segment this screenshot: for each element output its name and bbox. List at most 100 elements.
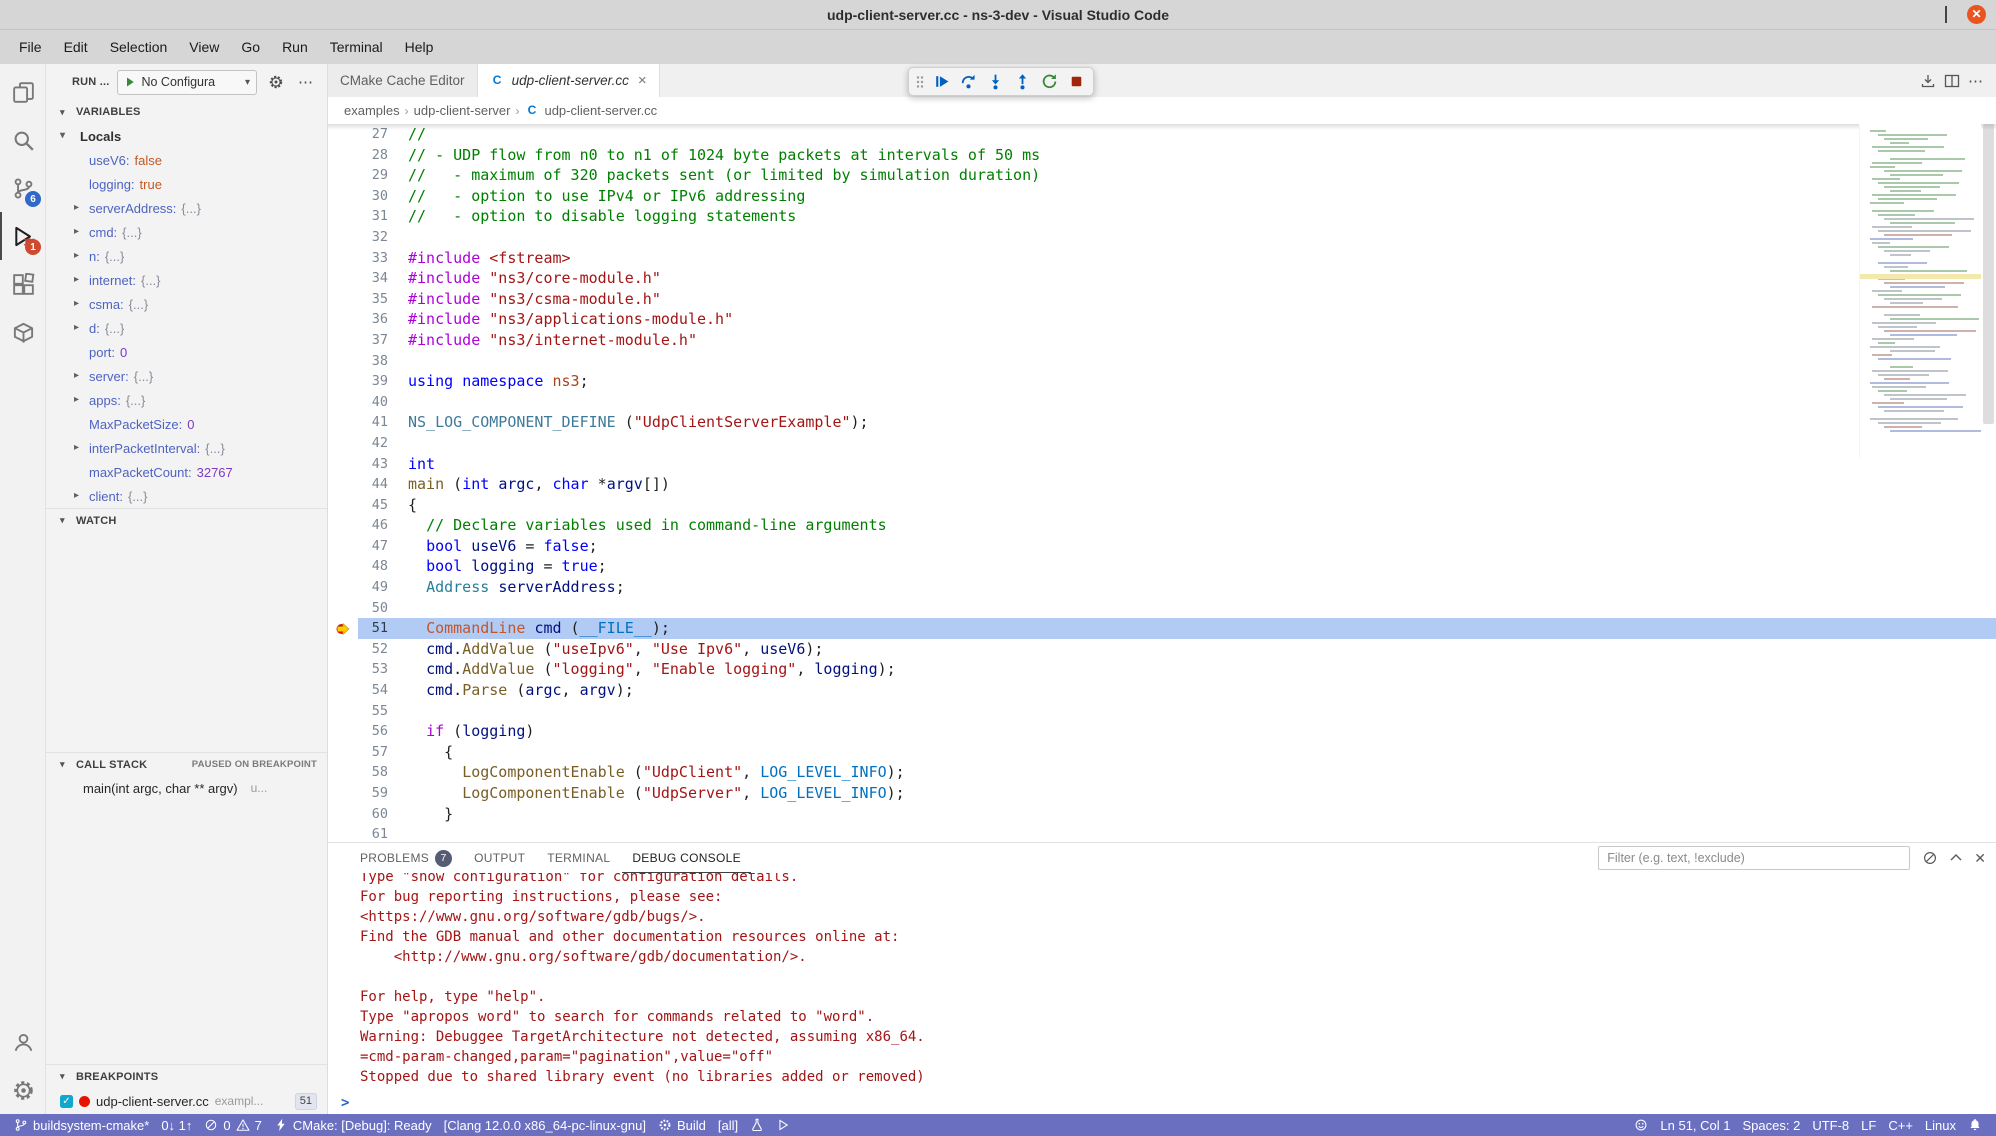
status-encoding[interactable]: UTF-8 — [1806, 1114, 1855, 1136]
variable-row[interactable]: ▸serverAddress:{...} — [46, 196, 327, 220]
status-sync[interactable]: 0↓ 1↑ — [155, 1114, 198, 1136]
tab-output[interactable]: OUTPUT — [464, 843, 535, 873]
more-actions-icon[interactable]: ⋯ — [295, 71, 317, 93]
status-os[interactable]: Linux — [1919, 1114, 1962, 1136]
status-branch[interactable]: buildsystem-cmake* — [8, 1114, 155, 1136]
status-indentation[interactable]: Spaces: 2 — [1737, 1114, 1807, 1136]
code-line[interactable]: 35#include "ns3/csma-module.h" — [328, 289, 1996, 310]
code-line[interactable]: 41NS_LOG_COMPONENT_DEFINE ("UdpClientSer… — [328, 412, 1996, 433]
extensions-icon[interactable] — [0, 260, 45, 308]
clear-console-icon[interactable] — [1922, 850, 1938, 866]
code-line[interactable]: 29// - maximum of 320 packets sent (or l… — [328, 165, 1996, 186]
tab-terminal[interactable]: TERMINAL — [537, 843, 620, 873]
code-line[interactable]: 53 cmd.AddValue ("logging", "Enable logg… — [328, 659, 1996, 680]
tab-udp-client-server[interactable]: C udp-client-server.cc × — [478, 64, 660, 97]
code-line[interactable]: 39using namespace ns3; — [328, 371, 1996, 392]
package-icon[interactable] — [0, 308, 45, 356]
menu-selection[interactable]: Selection — [99, 34, 179, 60]
settings-gear-icon[interactable] — [0, 1066, 45, 1114]
variable-row[interactable]: ▸internet:{...} — [46, 268, 327, 292]
code-line[interactable]: 54 cmd.Parse (argc, argv); — [328, 680, 1996, 701]
close-panel-icon[interactable]: ✕ — [1974, 850, 1986, 867]
code-line[interactable]: 44main (int argc, char *argv[]) — [328, 474, 1996, 495]
variable-row[interactable]: ▸interPacketInterval:{...} — [46, 436, 327, 460]
debug-config-dropdown[interactable]: No Configura ▾ — [117, 70, 257, 95]
code-line[interactable]: 27// — [328, 124, 1996, 145]
step-over-button[interactable] — [955, 69, 981, 94]
editor-scrollbar[interactable] — [1981, 124, 1996, 842]
breadcrumb-file[interactable]: udp-client-server.cc — [544, 103, 657, 118]
code-line[interactable]: 45{ — [328, 495, 1996, 516]
stop-button[interactable] — [1063, 69, 1089, 94]
breakpoints-section-header[interactable]: ▾ BREAKPOINTS — [46, 1064, 327, 1088]
status-cmake-debug[interactable]: CMake: [Debug]: Ready — [268, 1114, 438, 1136]
restart-button[interactable] — [1036, 69, 1062, 94]
variable-row[interactable]: ▸apps:{...} — [46, 388, 327, 412]
split-editor-icon[interactable] — [1944, 73, 1960, 89]
scope-locals[interactable]: ▾Locals — [46, 124, 327, 148]
code-line[interactable]: 28// - UDP flow from n0 to n1 of 1024 by… — [328, 145, 1996, 166]
code-line[interactable]: 32 — [328, 227, 1996, 248]
debug-console[interactable]: Type "show configuration" for configurat… — [328, 873, 1996, 1114]
variable-row[interactable]: port:0 — [46, 340, 327, 364]
status-cursor-position[interactable]: Ln 51, Col 1 — [1654, 1114, 1736, 1136]
tab-cmake-cache-editor[interactable]: CMake Cache Editor — [328, 64, 478, 97]
status-launch[interactable] — [770, 1114, 796, 1136]
code-editor[interactable]: 27//28// - UDP flow from n0 to n1 of 102… — [328, 124, 1996, 842]
breadcrumb-folder[interactable]: udp-client-server — [414, 103, 511, 118]
code-line[interactable]: 31// - option to disable logging stateme… — [328, 206, 1996, 227]
code-line[interactable]: 33#include <fstream> — [328, 248, 1996, 269]
status-feedback[interactable] — [1628, 1114, 1654, 1136]
status-problems[interactable]: 0 7 — [198, 1114, 267, 1136]
code-line[interactable]: 36#include "ns3/applications-module.h" — [328, 309, 1996, 330]
menu-edit[interactable]: Edit — [53, 34, 99, 60]
code-line[interactable]: 47 bool useV6 = false; — [328, 536, 1996, 557]
variable-row[interactable]: ▸n:{...} — [46, 244, 327, 268]
debug-console-input[interactable] — [357, 1095, 1984, 1111]
menu-view[interactable]: View — [178, 34, 230, 60]
status-ctest[interactable] — [744, 1114, 770, 1136]
code-line[interactable]: 46 // Declare variables used in command-… — [328, 515, 1996, 536]
account-icon[interactable] — [0, 1018, 45, 1066]
status-eol[interactable]: LF — [1855, 1114, 1882, 1136]
gear-icon[interactable] — [265, 71, 287, 93]
variable-row[interactable]: maxPacketCount:32767 — [46, 460, 327, 484]
code-line[interactable]: 49 Address serverAddress; — [328, 577, 1996, 598]
menu-file[interactable]: File — [8, 34, 53, 60]
status-cmake-kit[interactable]: [Clang 12.0.0 x86_64-pc-linux-gnu] — [438, 1114, 652, 1136]
code-line[interactable]: 38 — [328, 351, 1996, 372]
code-line[interactable]: 48 bool logging = true; — [328, 556, 1996, 577]
code-line[interactable]: 57 { — [328, 742, 1996, 763]
watch-section-header[interactable]: ▾ WATCH — [46, 508, 327, 532]
breakpoint-checkbox[interactable]: ✓ — [60, 1095, 73, 1108]
variable-row[interactable]: ▸d:{...} — [46, 316, 327, 340]
code-line[interactable]: 43int — [328, 454, 1996, 475]
code-line[interactable]: 37#include "ns3/internet-module.h" — [328, 330, 1996, 351]
step-into-button[interactable] — [982, 69, 1008, 94]
variable-row[interactable]: ▸csma:{...} — [46, 292, 327, 316]
code-line[interactable]: 30// - option to use IPv4 or IPv6 addres… — [328, 186, 1996, 207]
continue-button[interactable] — [928, 69, 954, 94]
code-line[interactable]: 34#include "ns3/core-module.h" — [328, 268, 1996, 289]
menu-terminal[interactable]: Terminal — [319, 34, 394, 60]
menu-help[interactable]: Help — [394, 34, 445, 60]
code-line[interactable]: 42 — [328, 433, 1996, 454]
more-actions-icon[interactable]: ⋯ — [1968, 72, 1984, 90]
code-line[interactable]: 60 } — [328, 804, 1996, 825]
variable-row[interactable]: MaxPacketSize:0 — [46, 412, 327, 436]
step-out-button[interactable] — [1009, 69, 1035, 94]
close-button[interactable]: ✕ — [1967, 5, 1986, 24]
status-build-button[interactable]: Build — [652, 1114, 712, 1136]
variable-row[interactable]: logging:true — [46, 172, 327, 196]
code-line[interactable]: 50 — [328, 598, 1996, 619]
code-line[interactable]: 58 LogComponentEnable ("UdpClient", LOG_… — [328, 762, 1996, 783]
search-icon[interactable] — [0, 116, 45, 164]
code-line[interactable]: 59 LogComponentEnable ("UdpServer", LOG_… — [328, 783, 1996, 804]
scrollbar-thumb[interactable] — [1983, 124, 1994, 424]
explorer-icon[interactable] — [0, 68, 45, 116]
code-line[interactable]: 52 cmd.AddValue ("useIpv6", "Use Ipv6", … — [328, 639, 1996, 660]
menu-run[interactable]: Run — [271, 34, 319, 60]
minimap[interactable] — [1859, 124, 1981, 458]
code-line[interactable]: 51 CommandLine cmd (__FILE__); — [328, 618, 1996, 639]
code-line[interactable]: 55 — [328, 701, 1996, 722]
